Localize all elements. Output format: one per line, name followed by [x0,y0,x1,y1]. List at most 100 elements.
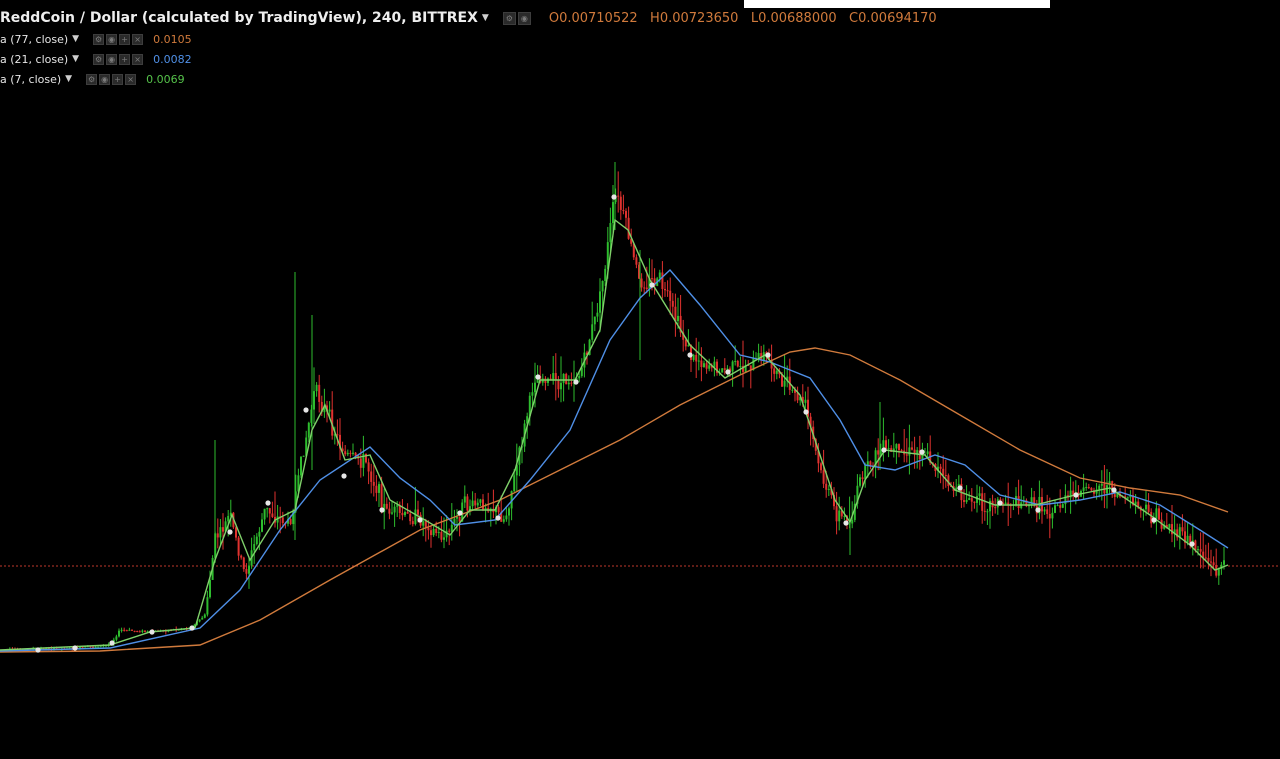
close-label: C [849,10,859,26]
candle-body [827,488,830,490]
eye-icon[interactable]: ◉ [99,73,111,85]
symbol-title[interactable]: ReddCoin / Dollar (calculated by Trading… [0,10,478,26]
candle-body [963,500,965,502]
plus-icon[interactable]: + [119,53,131,65]
indicator-label[interactable]: a (77, close) [0,33,68,46]
candle-body [617,195,620,197]
close-icon[interactable]: × [132,33,144,45]
candle-body [658,272,661,279]
candle-body [128,629,131,631]
price-chart[interactable] [0,0,1280,759]
plus-icon[interactable]: + [112,73,124,85]
candle-body [435,528,438,534]
candle-body [970,498,973,502]
signal-marker [957,485,963,491]
signal-marker [379,507,385,513]
candle-body [414,509,417,525]
candle-body [877,450,880,455]
candle-body [994,507,997,509]
candle-body [822,470,825,484]
gear-icon[interactable]: ⚙ [93,33,105,45]
candle-body [1017,496,1020,509]
candle-body [513,475,516,492]
eye-icon[interactable]: ◉ [517,11,531,25]
candle-body [313,391,315,410]
eye-icon[interactable]: ◉ [106,53,118,65]
candle-body [136,631,139,633]
candle-body [505,515,508,520]
candle-body [248,565,250,574]
candle-body [939,466,942,469]
signal-marker [1151,517,1157,523]
candle-body [898,444,900,451]
gear-icon[interactable]: ⚙ [502,11,516,25]
candle-body [271,513,274,517]
candle-body [708,365,711,369]
chevron-down-icon[interactable]: ▼ [65,74,72,84]
candle-body [976,496,978,503]
signal-marker [881,447,887,453]
candle-body [926,451,929,455]
chevron-down-icon[interactable]: ▼ [72,34,79,44]
candle-body [978,493,981,497]
candle-body [219,527,222,538]
candle-body [669,290,672,301]
candle-body [422,521,425,526]
candle-body [307,422,310,438]
candle-body [404,511,406,516]
plus-icon[interactable]: + [119,33,131,45]
gear-icon[interactable]: ⚙ [93,53,105,65]
candle-body [703,363,705,368]
candle-body [645,287,648,289]
indicator-label[interactable]: a (21, close) [0,53,68,66]
candle-body [825,483,828,490]
candle-body [125,630,128,632]
candle-body [554,373,557,381]
candle-body [388,508,391,514]
candle-body [203,614,206,618]
close-icon[interactable]: × [132,53,144,65]
candle-body [409,513,412,522]
indicator-row-ma7: a (7, close) ▼ ⚙ ◉ + × 0.0069 [0,71,185,87]
candle-body [1168,524,1171,529]
candle-body [534,382,536,393]
candle-body [484,507,487,510]
candle-body [562,373,565,383]
chevron-down-icon[interactable]: ▼ [72,54,79,64]
candle-body [432,528,435,536]
candle-body [1194,540,1197,551]
chart-window: ReddCoin / Dollar (calculated by Trading… [0,0,1280,759]
candle-body [591,324,594,340]
candle-body [695,354,698,362]
candle-body [601,280,604,292]
candle-body [352,452,354,454]
candle-body [281,517,284,523]
candle-body [1090,487,1093,491]
candle-body [508,508,510,516]
signal-marker [649,282,655,288]
candle-body [437,532,440,534]
chevron-down-icon[interactable]: ▼ [482,13,489,23]
candle-body [417,509,419,515]
eye-icon[interactable]: ◉ [106,33,118,45]
candle-body [1087,487,1090,489]
close-icon[interactable]: × [125,73,137,85]
candle-body [1030,497,1033,506]
candle-body [664,288,666,291]
candle-body [502,519,505,522]
candle-body [666,290,669,292]
candle-body [406,511,409,514]
indicator-value: 0.0069 [146,72,185,86]
candle-body [456,516,458,519]
gear-icon[interactable]: ⚙ [86,73,98,85]
candle-body [627,217,630,239]
candle-body [315,384,318,392]
candle-body [378,484,380,493]
header-buttons: ⚙ ◉ [502,11,533,25]
candle-body [1158,508,1160,520]
candle-body [81,647,84,649]
candle-body [450,524,453,532]
indicator-label[interactable]: a (7, close) [0,73,61,86]
candle-body [245,569,248,574]
candle-body [1100,483,1103,486]
